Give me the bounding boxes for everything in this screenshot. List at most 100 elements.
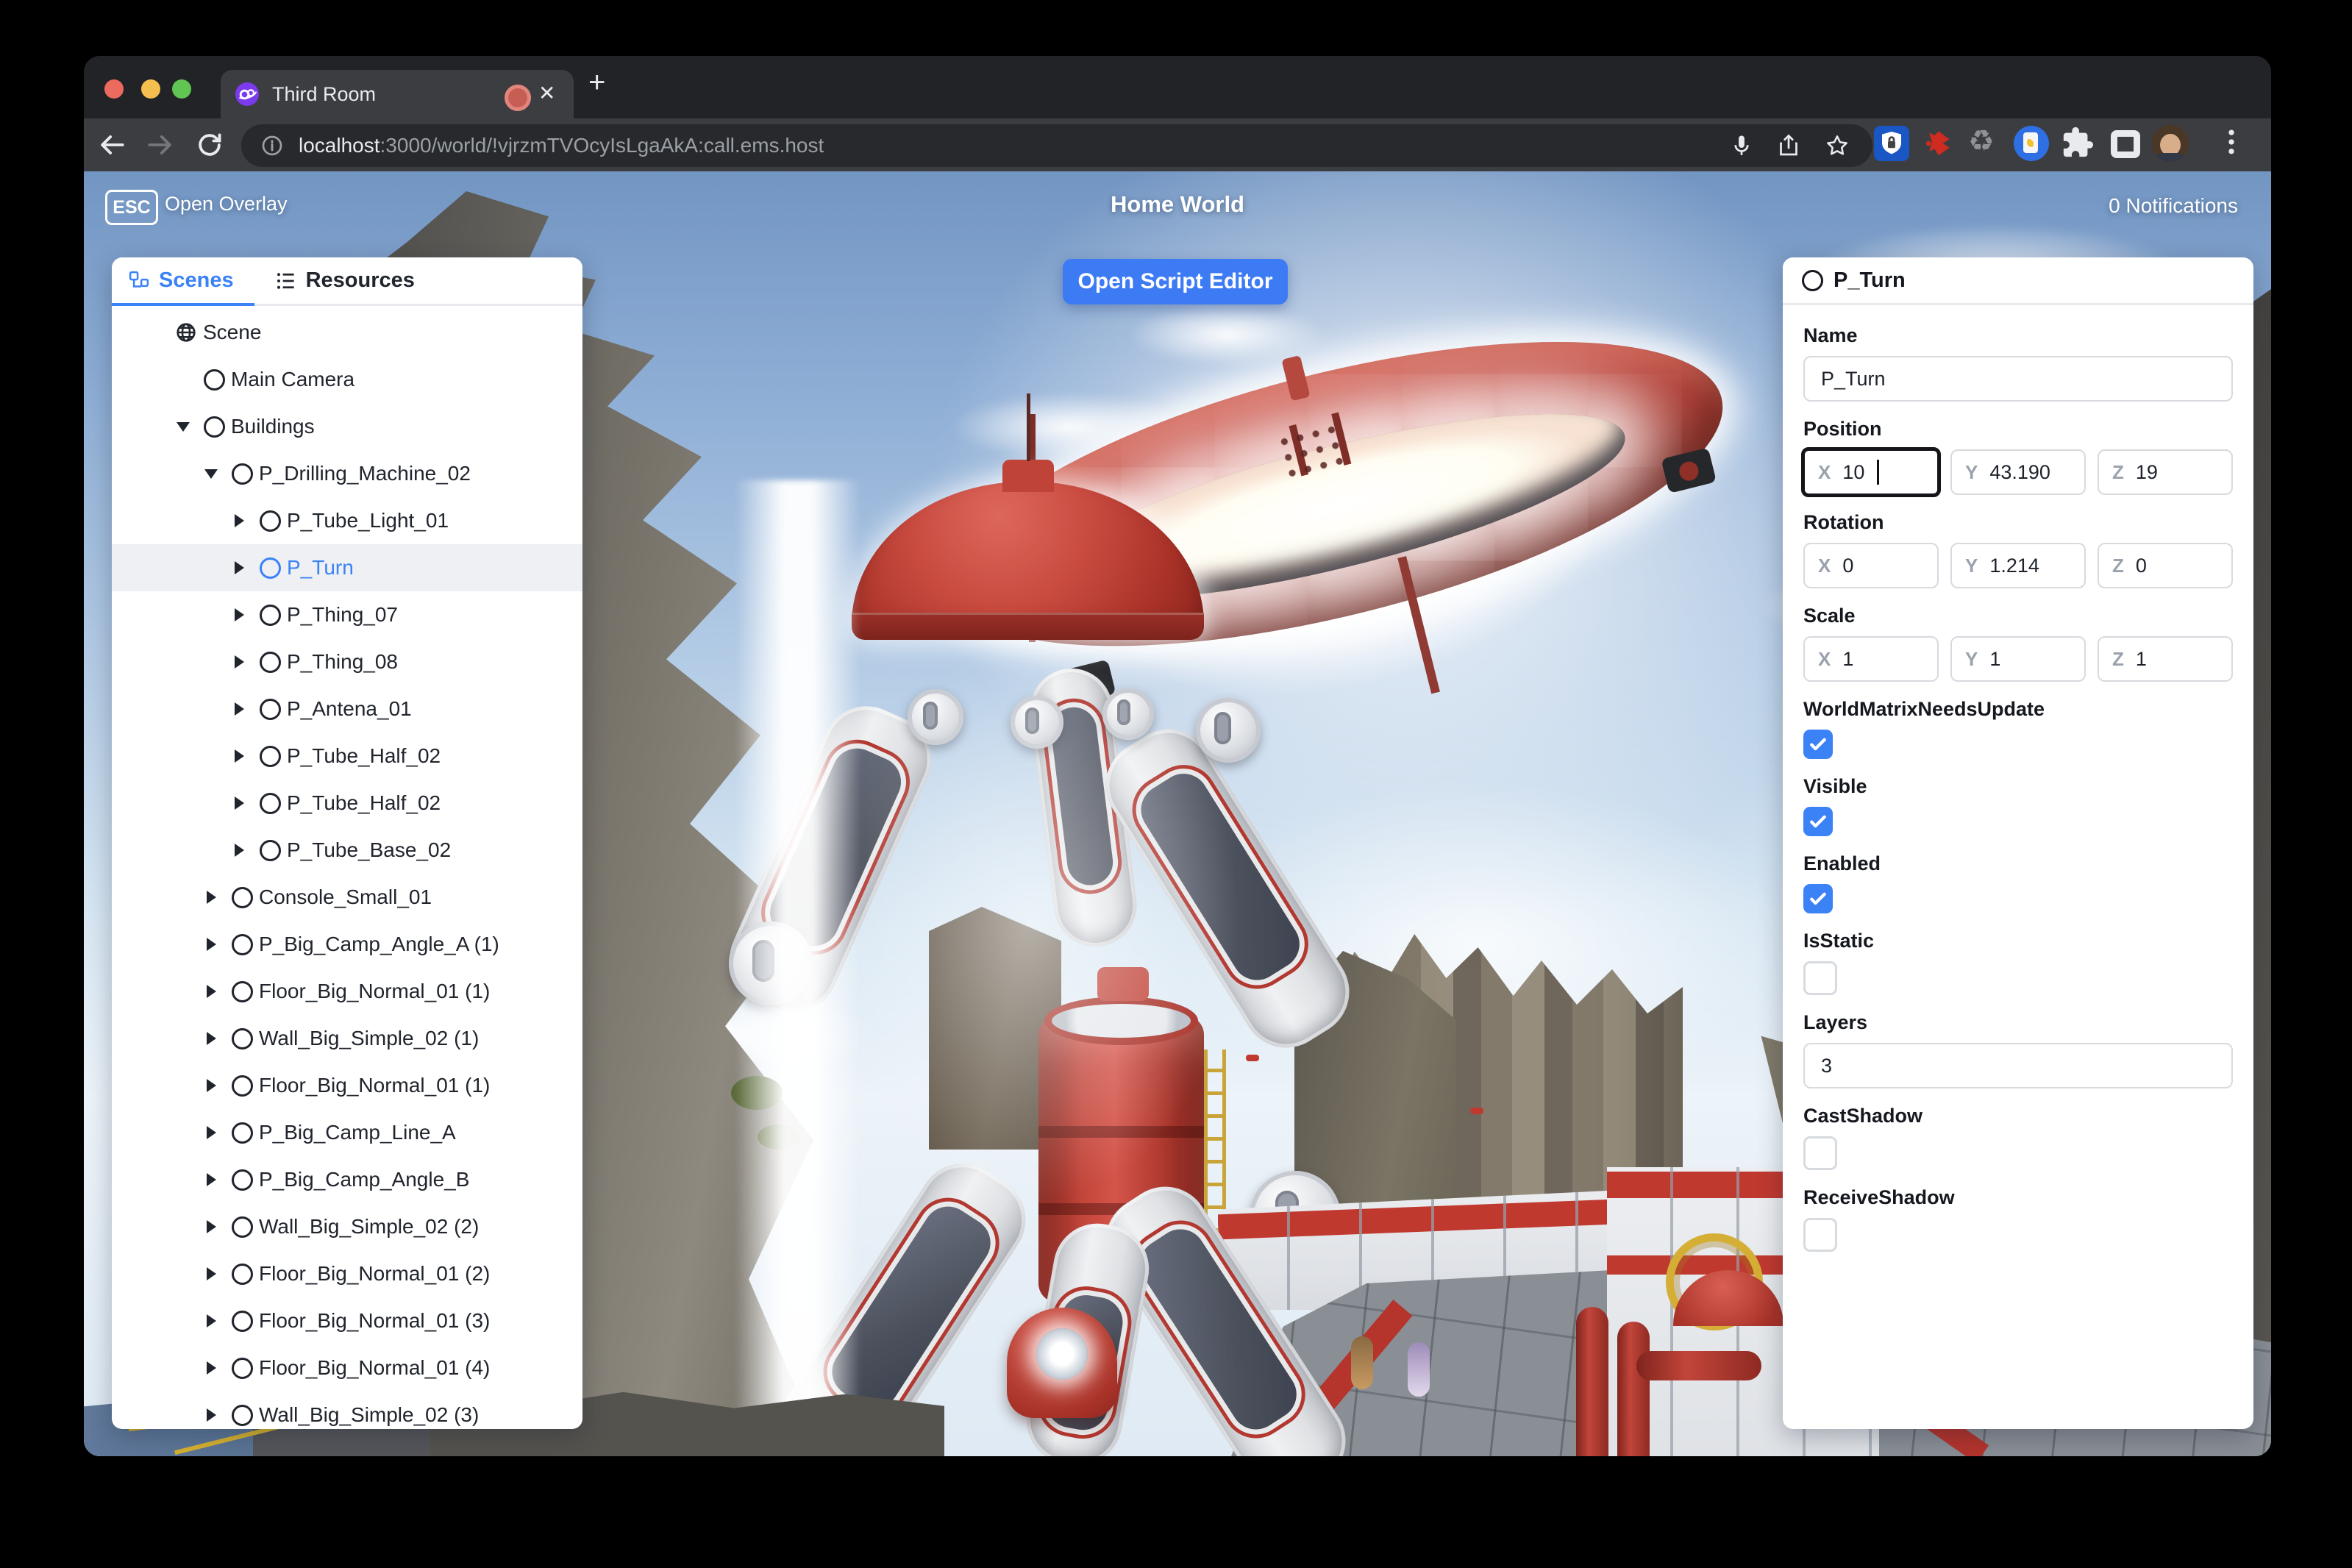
expand-caret-icon[interactable] [225, 608, 253, 621]
url-bar[interactable]: localhost:3000/world/!vjrzmTVOcyIsLgaAkA… [241, 124, 1872, 167]
document-extension-icon[interactable] [2014, 126, 2049, 161]
name-input[interactable]: P_Turn [1803, 356, 2233, 402]
node-circle-icon [253, 792, 287, 814]
tree-row[interactable]: Wall_Big_Simple_02 (3) [112, 1391, 582, 1429]
expand-caret-icon[interactable] [197, 1079, 225, 1092]
layers-input[interactable]: 3 [1803, 1043, 2233, 1088]
back-button[interactable] [96, 129, 128, 161]
expand-caret-icon[interactable] [225, 561, 253, 574]
rotation-z-input[interactable]: Z0 [2098, 543, 2233, 588]
bookmark-star-icon[interactable] [1824, 132, 1850, 159]
expand-caret-icon[interactable] [197, 468, 225, 479]
node-circle-icon [225, 886, 259, 908]
tree-row[interactable]: P_Thing_07 [112, 591, 582, 638]
rotation-x-input[interactable]: X0 [1803, 543, 1939, 588]
profile-avatar[interactable] [2152, 125, 2189, 162]
tree-row[interactable]: Floor_Big_Normal_01 (1) [112, 1062, 582, 1109]
tree-row[interactable]: P_Tube_Light_01 [112, 497, 582, 544]
tree-row[interactable]: Wall_Big_Simple_02 (2) [112, 1203, 582, 1250]
tree-row[interactable]: P_Drilling_Machine_02 [112, 450, 582, 497]
open-script-editor-button[interactable]: Open Script Editor [1063, 259, 1288, 304]
castshadow-checkbox[interactable] [1803, 1136, 1837, 1170]
tab-resources[interactable]: Resources [275, 257, 415, 304]
node-circle-icon [197, 416, 231, 438]
share-icon[interactable] [1775, 132, 1802, 159]
tree-row[interactable]: P_Antena_01 [112, 685, 582, 733]
node-circle-icon [225, 1404, 259, 1426]
notifications-label[interactable]: 0 Notifications [2109, 194, 2238, 218]
tree-row[interactable]: Main Camera [112, 356, 582, 403]
menu-icon[interactable] [2215, 126, 2248, 158]
browser-toolbar: localhost:3000/world/!vjrzmTVOcyIsLgaAkA… [84, 118, 2271, 171]
tree-row[interactable]: P_Tube_Half_02 [112, 733, 582, 780]
recycle-extension-icon[interactable]: ♻ [1968, 124, 1995, 158]
position-z-input[interactable]: Z 19 [2098, 449, 2233, 495]
tree-row[interactable]: P_Tube_Base_02 [112, 827, 582, 874]
tree-row[interactable]: P_Thing_08 [112, 638, 582, 685]
tree-row[interactable]: Floor_Big_Normal_01 (3) [112, 1297, 582, 1344]
tree-row[interactable]: Buildings [112, 403, 582, 450]
node-circle-icon [253, 839, 287, 861]
node-circle-icon [253, 557, 287, 579]
expand-caret-icon[interactable] [225, 702, 253, 716]
reload-button[interactable] [193, 129, 226, 161]
tree-row[interactable]: Floor_Big_Normal_01 (4) [112, 1344, 582, 1391]
expand-caret-icon[interactable] [197, 1267, 225, 1280]
expand-caret-icon[interactable] [225, 749, 253, 763]
expand-caret-icon[interactable] [169, 421, 197, 432]
expand-caret-icon[interactable] [197, 1220, 225, 1233]
scale-z-input[interactable]: Z1 [2098, 636, 2233, 682]
password-manager-extension-icon[interactable] [1874, 126, 1909, 161]
tab-close-icon[interactable]: ✕ [538, 81, 555, 105]
tree-row[interactable]: Console_Small_01 [112, 874, 582, 921]
close-window-button[interactable] [104, 79, 124, 99]
expand-caret-icon[interactable] [197, 1361, 225, 1375]
tree-row[interactable]: P_Big_Camp_Line_A [112, 1109, 582, 1156]
new-tab-button[interactable]: + [588, 66, 605, 99]
worldmatrixneedsupdate-checkbox[interactable] [1803, 730, 1833, 759]
side-panel-icon[interactable] [2111, 130, 2140, 158]
enabled-checkbox[interactable] [1803, 884, 1833, 913]
position-x-input[interactable]: X 10 [1801, 447, 1941, 497]
tree-row-label: Main Camera [231, 368, 355, 391]
node-circle-icon [253, 698, 287, 720]
tree-row[interactable]: P_Turn [112, 544, 582, 591]
red-extension-icon[interactable] [1922, 127, 1955, 160]
expand-caret-icon[interactable] [197, 938, 225, 951]
rotation-y-input[interactable]: Y 1.214 [1950, 543, 2086, 588]
position-y-input[interactable]: Y 43.190 [1950, 449, 2086, 495]
browser-tab[interactable]: Third Room ✕ [221, 70, 574, 118]
tree-row[interactable]: Floor_Big_Normal_01 (2) [112, 1250, 582, 1297]
receiveshadow-checkbox[interactable] [1803, 1218, 1837, 1252]
scene-viewport[interactable]: ESC Open Overlay Home World 0 Notificati… [84, 171, 2271, 1456]
visible-checkbox[interactable] [1803, 807, 1833, 836]
expand-caret-icon[interactable] [225, 514, 253, 527]
expand-caret-icon[interactable] [225, 797, 253, 810]
expand-caret-icon[interactable] [197, 985, 225, 998]
forward-button[interactable] [144, 129, 177, 161]
mic-icon[interactable] [1728, 132, 1755, 159]
minimize-window-button[interactable] [141, 79, 160, 99]
isstatic-checkbox[interactable] [1803, 961, 1837, 995]
tree-row[interactable]: Wall_Big_Simple_02 (1) [112, 1015, 582, 1062]
extensions-puzzle-icon[interactable] [2061, 126, 2095, 160]
expand-caret-icon[interactable] [197, 1408, 225, 1422]
expand-caret-icon[interactable] [197, 1314, 225, 1328]
tree-row[interactable]: P_Big_Camp_Angle_A (1) [112, 921, 582, 968]
scale-y-input[interactable]: Y1 [1950, 636, 2086, 682]
expand-caret-icon[interactable] [197, 1032, 225, 1045]
site-info-icon[interactable] [260, 134, 284, 157]
zoom-window-button[interactable] [172, 79, 191, 99]
tree-row[interactable]: P_Big_Camp_Angle_B [112, 1156, 582, 1203]
expand-caret-icon[interactable] [225, 655, 253, 669]
scale-x-input[interactable]: X1 [1803, 636, 1939, 682]
tree-row[interactable]: P_Tube_Half_02 [112, 780, 582, 827]
tree-row[interactable]: Floor_Big_Normal_01 (1) [112, 968, 582, 1015]
node-circle-icon [225, 1122, 259, 1144]
expand-caret-icon[interactable] [197, 1173, 225, 1186]
expand-caret-icon[interactable] [225, 844, 253, 857]
tree-row[interactable]: Scene [112, 309, 582, 356]
expand-caret-icon[interactable] [197, 1126, 225, 1139]
tab-scenes[interactable]: Scenes [112, 257, 254, 306]
expand-caret-icon[interactable] [197, 891, 225, 904]
